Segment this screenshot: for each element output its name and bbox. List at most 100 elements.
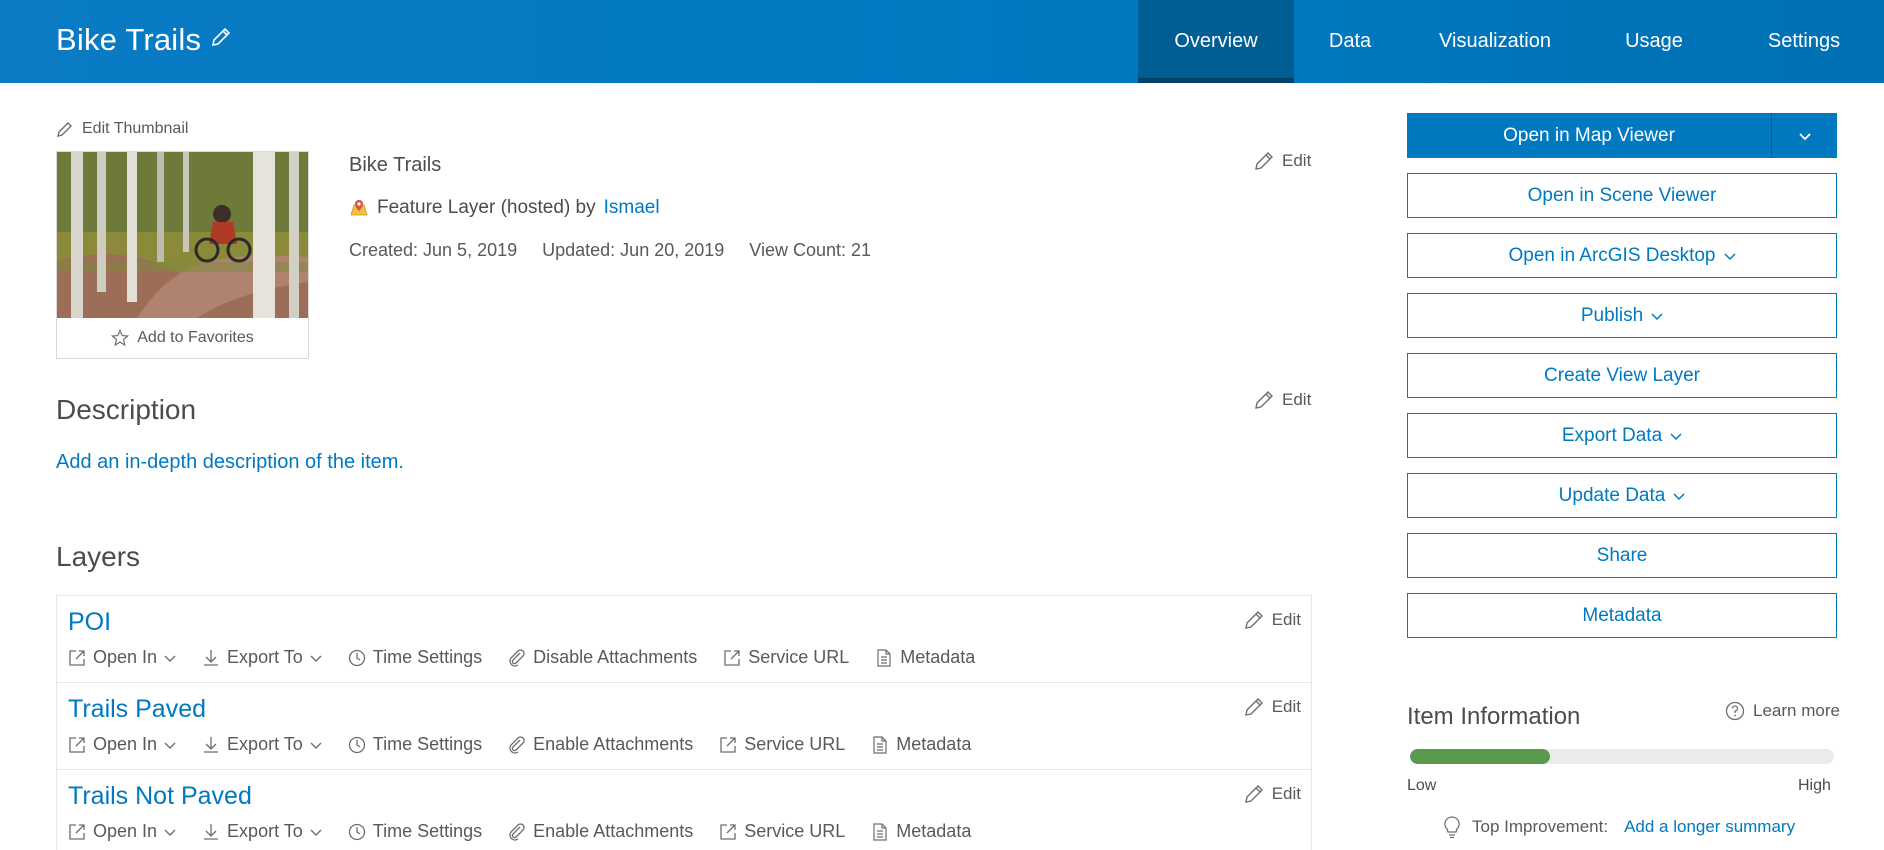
layer-name-link[interactable]: POI (68, 608, 111, 637)
create-view-layer-label: Create View Layer (1544, 364, 1700, 386)
favorites-label: Add to Favorites (137, 329, 254, 346)
paperclip-icon (508, 822, 526, 841)
time-settings-label: Time Settings (372, 647, 483, 667)
edit-layer-link[interactable]: Edit (1244, 610, 1301, 630)
publish-button[interactable]: Publish (1407, 293, 1837, 338)
launch-icon (719, 823, 737, 841)
edit-summary-link[interactable]: Edit (1254, 151, 1311, 171)
lightbulb-icon (1442, 815, 1462, 839)
export-to-label: Export To (227, 647, 303, 667)
document-icon (871, 735, 889, 754)
export-to-dropdown[interactable]: Export To (202, 734, 322, 755)
tab-visualization[interactable]: Visualization (1406, 0, 1584, 83)
chevron-down-icon (164, 652, 176, 664)
attachments-toggle-link[interactable]: Disable Attachments (508, 647, 697, 668)
edit-thumbnail-label: Edit Thumbnail (82, 120, 189, 137)
add-to-favorites-button[interactable]: Add to Favorites (57, 318, 308, 358)
attachments-toggle-link[interactable]: Enable Attachments (508, 821, 693, 842)
tab-settings[interactable]: Settings (1724, 0, 1884, 83)
chevron-down-icon (164, 826, 176, 838)
export-to-dropdown[interactable]: Export To (202, 821, 322, 842)
tab-overview[interactable]: Overview (1138, 0, 1294, 83)
download-icon (202, 649, 220, 667)
open-in-dropdown[interactable]: Open In (68, 734, 176, 755)
open-in-dropdown[interactable]: Open In (68, 821, 176, 842)
metadata-button[interactable]: Metadata (1407, 593, 1837, 638)
time-settings-link[interactable]: Time Settings (348, 821, 482, 842)
pencil-icon (1244, 784, 1264, 804)
open-scene-viewer-button[interactable]: Open in Scene Viewer (1407, 173, 1837, 218)
share-button[interactable]: Share (1407, 533, 1837, 578)
top-improvement-label: Top Improvement: (1472, 817, 1609, 836)
edit-description-link[interactable]: Edit (1254, 390, 1311, 410)
view-count: View Count: 21 (749, 240, 872, 260)
owner-link[interactable]: Ismael (604, 197, 660, 219)
clock-icon (348, 736, 366, 754)
edit-layer-link[interactable]: Edit (1244, 784, 1301, 804)
item-type-line: Feature Layer (hosted) by Ismael (349, 197, 660, 219)
download-icon (202, 736, 220, 754)
add-description-link[interactable]: Add an in-depth description of the item. (56, 451, 404, 474)
layer-actions: Open In Export To Time Settings Enable A… (68, 821, 997, 842)
service-url-link[interactable]: Service URL (723, 647, 849, 668)
chevron-down-icon (1723, 250, 1736, 262)
metadata-link[interactable]: Metadata (871, 821, 971, 842)
chevron-down-icon (1798, 129, 1812, 143)
item-type-text: Feature Layer (hosted) by (377, 197, 596, 218)
item-nav-tabs: Overview Data Visualization Usage Settin… (1138, 0, 1884, 83)
export-to-dropdown[interactable]: Export To (202, 647, 322, 668)
edit-title-pencil-icon[interactable] (210, 26, 232, 48)
tab-usage[interactable]: Usage (1584, 0, 1724, 83)
item-dates: Created: Jun 5, 2019 Updated: Jun 20, 20… (349, 240, 871, 261)
open-map-viewer-button[interactable]: Open in Map Viewer (1407, 113, 1771, 158)
paperclip-icon (508, 648, 526, 667)
create-view-layer-button[interactable]: Create View Layer (1407, 353, 1837, 398)
item-score-fill (1410, 749, 1550, 764)
clock-icon (348, 823, 366, 841)
time-settings-label: Time Settings (372, 734, 483, 754)
chevron-down-icon (310, 739, 322, 751)
time-settings-link[interactable]: Time Settings (348, 734, 482, 755)
layer-row: POI Edit Open In Export To Time Settings (57, 596, 1311, 683)
attachments-toggle-link[interactable]: Enable Attachments (508, 734, 693, 755)
time-settings-link[interactable]: Time Settings (348, 647, 482, 668)
layer-name-link[interactable]: Trails Not Paved (68, 782, 252, 811)
tab-data[interactable]: Data (1294, 0, 1406, 83)
export-data-button[interactable]: Export Data (1407, 413, 1837, 458)
attachments-label: Enable Attachments (533, 821, 694, 841)
item-score-bar (1410, 749, 1834, 764)
layer-row: Trails Paved Edit Open In Export To Time… (57, 683, 1311, 770)
edit-layer-link[interactable]: Edit (1244, 697, 1301, 717)
open-in-label: Open In (93, 647, 158, 667)
service-url-link[interactable]: Service URL (719, 821, 845, 842)
edit-label: Edit (1271, 610, 1301, 629)
layer-name-link[interactable]: Trails Paved (68, 695, 206, 724)
update-data-label: Update Data (1558, 484, 1666, 506)
layer-actions: Open In Export To Time Settings Enable A… (68, 734, 997, 755)
metadata-link[interactable]: Metadata (875, 647, 975, 668)
learn-more-link[interactable]: Learn more (1725, 701, 1840, 721)
open-in-dropdown[interactable]: Open In (68, 647, 176, 668)
feature-layer-icon (349, 198, 369, 218)
share-label: Share (1596, 544, 1648, 566)
metadata-label: Metadata (900, 647, 976, 667)
top-improvement-link[interactable]: Add a longer summary (1624, 817, 1795, 837)
open-arcgis-desktop-button[interactable]: Open in ArcGIS Desktop (1407, 233, 1837, 278)
export-to-label: Export To (227, 821, 303, 841)
map-viewer-options-dropdown[interactable] (1771, 113, 1837, 158)
pencil-icon (1244, 697, 1264, 717)
edit-label: Edit (1282, 390, 1312, 409)
thumbnail-image (57, 152, 308, 318)
edit-thumbnail-link[interactable]: Edit Thumbnail (56, 120, 188, 138)
open-map-viewer-split-button: Open in Map Viewer (1407, 113, 1837, 158)
updated-date: Updated: Jun 20, 2019 (542, 240, 725, 260)
created-date: Created: Jun 5, 2019 (349, 240, 518, 260)
score-high-label: High (1798, 777, 1831, 794)
service-url-link[interactable]: Service URL (719, 734, 845, 755)
launch-icon (68, 823, 86, 841)
update-data-button[interactable]: Update Data (1407, 473, 1837, 518)
chevron-down-icon (310, 826, 322, 838)
metadata-link[interactable]: Metadata (871, 734, 971, 755)
clock-icon (348, 649, 366, 667)
score-low-label: Low (1407, 777, 1437, 794)
